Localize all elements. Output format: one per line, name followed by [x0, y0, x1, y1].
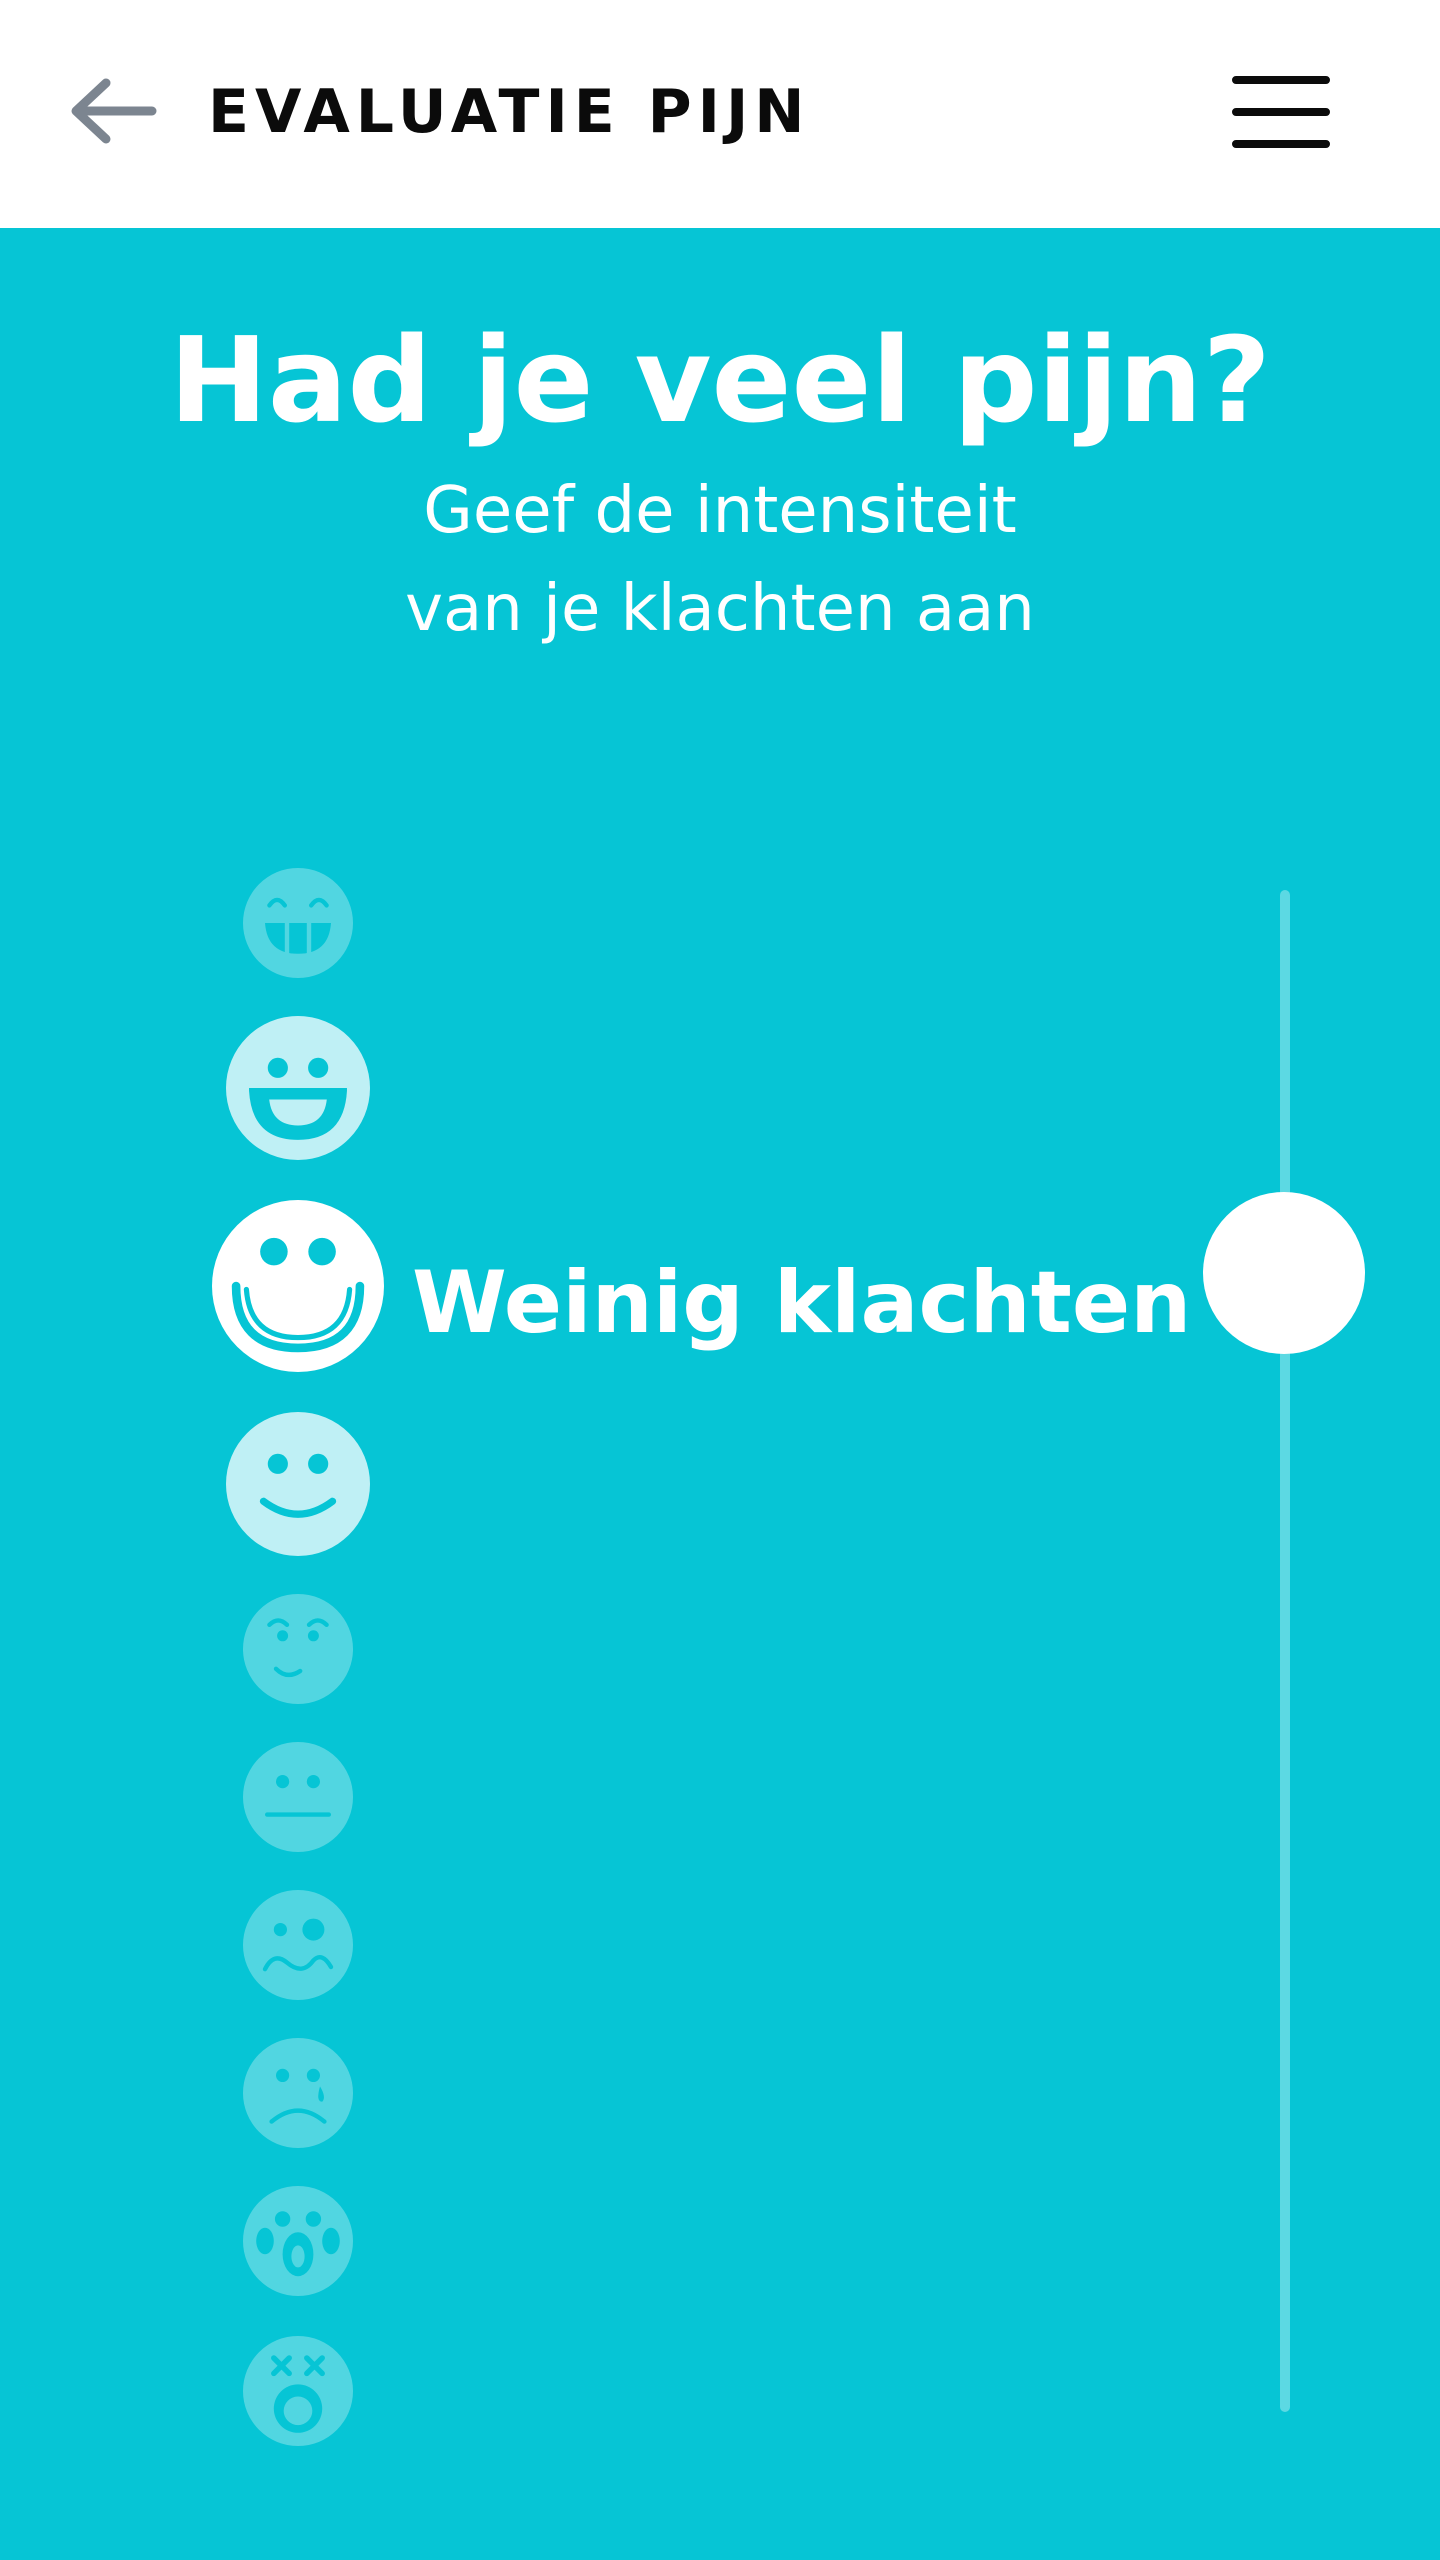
sad-tear-face-icon[interactable] [243, 2038, 353, 2148]
confused-face-icon[interactable] [243, 1890, 353, 2000]
slight-smile-face-icon[interactable] [226, 1412, 370, 1556]
neutral-face-icon[interactable] [243, 1742, 353, 1852]
hamburger-menu-icon [1232, 76, 1330, 148]
pain-slider-thumb[interactable] [1203, 1192, 1365, 1354]
arrow-left-icon [71, 78, 157, 144]
menu-button[interactable] [1220, 66, 1340, 158]
pain-slider-track[interactable] [1280, 890, 1290, 2412]
dizzy-face-icon[interactable] [243, 2336, 353, 2446]
selected-level-label: Weinig klachten [412, 1253, 1192, 1353]
grinning-teeth-face-icon[interactable] [243, 868, 353, 978]
uneasy-face-icon[interactable] [243, 1594, 353, 1704]
crying-face-icon[interactable] [243, 2186, 353, 2296]
subtitle-line-2: van je klachten aan [405, 572, 1035, 646]
question-heading: Had je veel pijn? [169, 311, 1271, 449]
question-subtitle: Geef de intensiteit van je klachten aan [0, 462, 1440, 658]
subtitle-line-1: Geef de intensiteit [423, 474, 1017, 548]
back-button[interactable] [60, 66, 170, 156]
big-smile-face-icon[interactable] [226, 1016, 370, 1160]
smiling-face-icon[interactable] [212, 1200, 384, 1372]
page-title: EVALUATIE PIJN [208, 77, 811, 147]
pain-evaluation-panel: Had je veel pijn? Geef de intensiteit va… [0, 228, 1440, 2560]
app-header: EVALUATIE PIJN [0, 0, 1440, 228]
